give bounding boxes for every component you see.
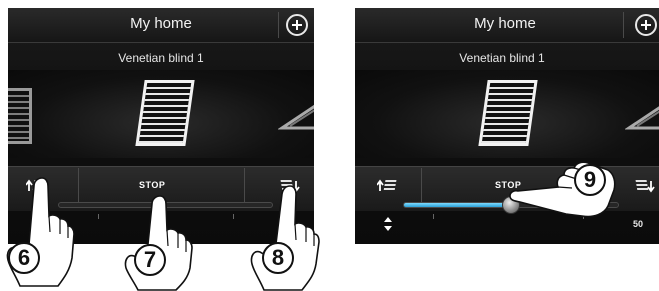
- pointing-hand-icon: [124, 195, 193, 291]
- plus-circle-icon[interactable]: [635, 14, 657, 36]
- page-title: My home: [474, 15, 536, 32]
- header-divider: [278, 12, 279, 38]
- slider-tick: [433, 214, 434, 219]
- venetian-blind-icon[interactable]: [478, 80, 538, 146]
- callout-6: 6: [8, 242, 40, 274]
- callout-8: 8: [262, 242, 294, 274]
- slider-fill: [404, 203, 511, 207]
- blind-open-icon[interactable]: [625, 98, 659, 144]
- callout-9: 9: [574, 164, 606, 196]
- blind-open-icon[interactable]: [278, 98, 314, 144]
- callout-7: 7: [134, 244, 166, 276]
- stop-button[interactable]: STOP: [139, 180, 165, 190]
- device-name: Venetian blind 1: [118, 51, 204, 65]
- page-title: My home: [130, 15, 192, 32]
- blind-down-icon[interactable]: [633, 177, 655, 195]
- header-divider: [623, 12, 624, 38]
- slider-tick: [233, 214, 234, 219]
- plus-circle-icon[interactable]: [286, 14, 308, 36]
- slider-tick: [98, 214, 99, 219]
- up-down-arrows-icon[interactable]: [383, 216, 393, 232]
- header-bar: My home: [8, 8, 314, 43]
- header-bar: My home: [355, 8, 659, 43]
- pointing-hand-icon: [250, 185, 320, 291]
- blind-up-icon[interactable]: [377, 177, 399, 195]
- venetian-blind-icon[interactable]: [135, 80, 195, 146]
- slider-value: 50: [633, 219, 644, 229]
- blind-side-left-icon[interactable]: [8, 88, 32, 144]
- device-name: Venetian blind 1: [459, 51, 545, 65]
